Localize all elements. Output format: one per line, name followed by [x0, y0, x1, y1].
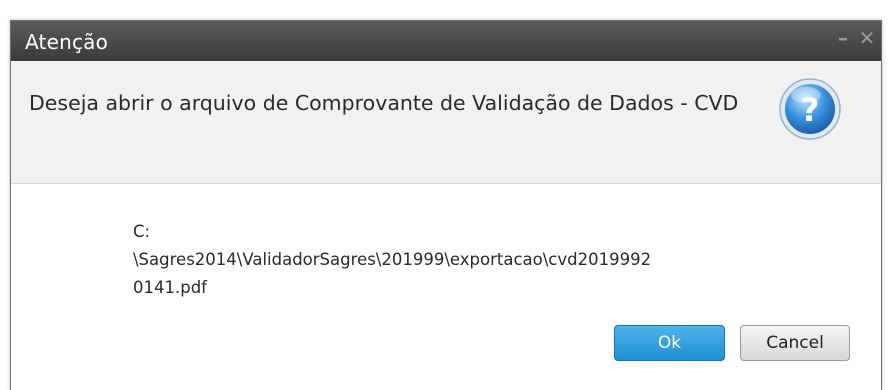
minimize-icon[interactable]: – — [833, 28, 853, 48]
dialog-question: Deseja abrir o arquivo de Comprovante de… — [29, 91, 739, 115]
file-path-line: 0141.pdf — [133, 278, 207, 297]
confirmation-dialog: Atenção – ✕ Deseja abrir o arquivo de Co… — [10, 20, 882, 390]
file-path-line: C: — [133, 222, 151, 241]
ok-button[interactable]: Ok — [614, 325, 725, 361]
question-icon: ? — [779, 78, 841, 140]
cancel-button[interactable]: Cancel — [740, 325, 850, 361]
dialog-titlebar[interactable]: Atenção – ✕ — [11, 21, 881, 61]
file-path-line: \Sagres2014\ValidadorSagres\201999\expor… — [133, 250, 652, 269]
file-path-text: C: \Sagres2014\ValidadorSagres\201999\ex… — [133, 218, 823, 302]
svg-text:?: ? — [801, 91, 820, 129]
close-icon[interactable]: ✕ — [857, 28, 877, 48]
dialog-header: Deseja abrir o arquivo de Comprovante de… — [11, 61, 881, 184]
dialog-title: Atenção — [25, 30, 109, 54]
